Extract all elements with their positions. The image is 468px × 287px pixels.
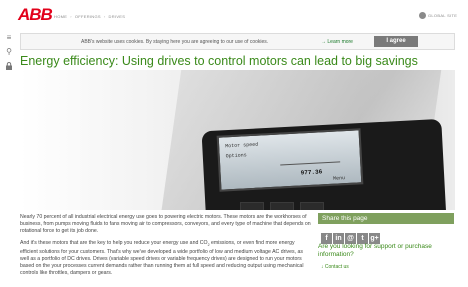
screen-menu: Menu xyxy=(332,175,346,182)
paragraph-2: And it's these motors that are the key t… xyxy=(20,240,312,277)
screen-label-options: Options xyxy=(225,152,247,160)
breadcrumb: HOME › OFFERINGS › DRIVES xyxy=(54,14,128,19)
cookie-banner: ABB's website uses cookies. By staying h… xyxy=(20,33,455,50)
contact-us-link[interactable]: ↓ Contact us xyxy=(321,264,349,270)
search-icon[interactable]: ⚲ xyxy=(5,48,13,56)
breadcrumb-home[interactable]: HOME xyxy=(54,14,67,19)
keypad-key xyxy=(240,202,264,210)
agree-button[interactable]: I agree xyxy=(374,36,418,47)
screen-graph xyxy=(278,135,341,166)
breadcrumb-separator: › xyxy=(103,14,106,19)
learn-more-link[interactable]: → Learn more xyxy=(321,39,353,45)
lock-icon[interactable] xyxy=(5,62,13,70)
sidebar: Share this page f in @ t g+ Are you looking … xyxy=(318,213,454,271)
share-heading: Share this page xyxy=(318,213,454,224)
share-icons: f in @ t g+ xyxy=(321,227,381,244)
drive-screen: Motor speed Options 977.36 Menu xyxy=(216,128,364,192)
hero-image: Motor speed Options 977.36 Menu xyxy=(20,70,455,210)
breadcrumb-separator: › xyxy=(70,14,72,19)
screen-label-motor-speed: Motor speed xyxy=(225,141,259,150)
site-header: ABB HOME › OFFERINGS › DRIVES GLOBAL SITE xyxy=(0,0,468,26)
left-rail: ≡ ⚲ xyxy=(0,26,16,106)
support-heading: Are you looking for support or purchase … xyxy=(318,243,432,258)
breadcrumb-drives[interactable]: DRIVES xyxy=(109,14,126,19)
globe-icon[interactable] xyxy=(419,12,426,19)
keypad-key xyxy=(270,202,294,210)
body-text: Nearly 70 percent of all industrial elec… xyxy=(20,214,312,282)
paragraph-1: Nearly 70 percent of all industrial elec… xyxy=(20,214,311,234)
abb-logo[interactable]: ABB xyxy=(18,6,53,23)
screen-value: 977.36 xyxy=(300,168,323,177)
keypad-key xyxy=(300,202,324,210)
paragraph-2-start: And it's these motors that are the key t… xyxy=(20,240,208,246)
breadcrumb-offerings[interactable]: OFFERINGS xyxy=(75,14,101,19)
menu-icon[interactable]: ≡ xyxy=(5,34,13,42)
cookie-text: ABB's website uses cookies. By staying h… xyxy=(81,39,269,45)
global-site-link[interactable]: GLOBAL SITE xyxy=(428,13,457,18)
page-title: Energy efficiency: Using drives to contr… xyxy=(20,54,418,68)
